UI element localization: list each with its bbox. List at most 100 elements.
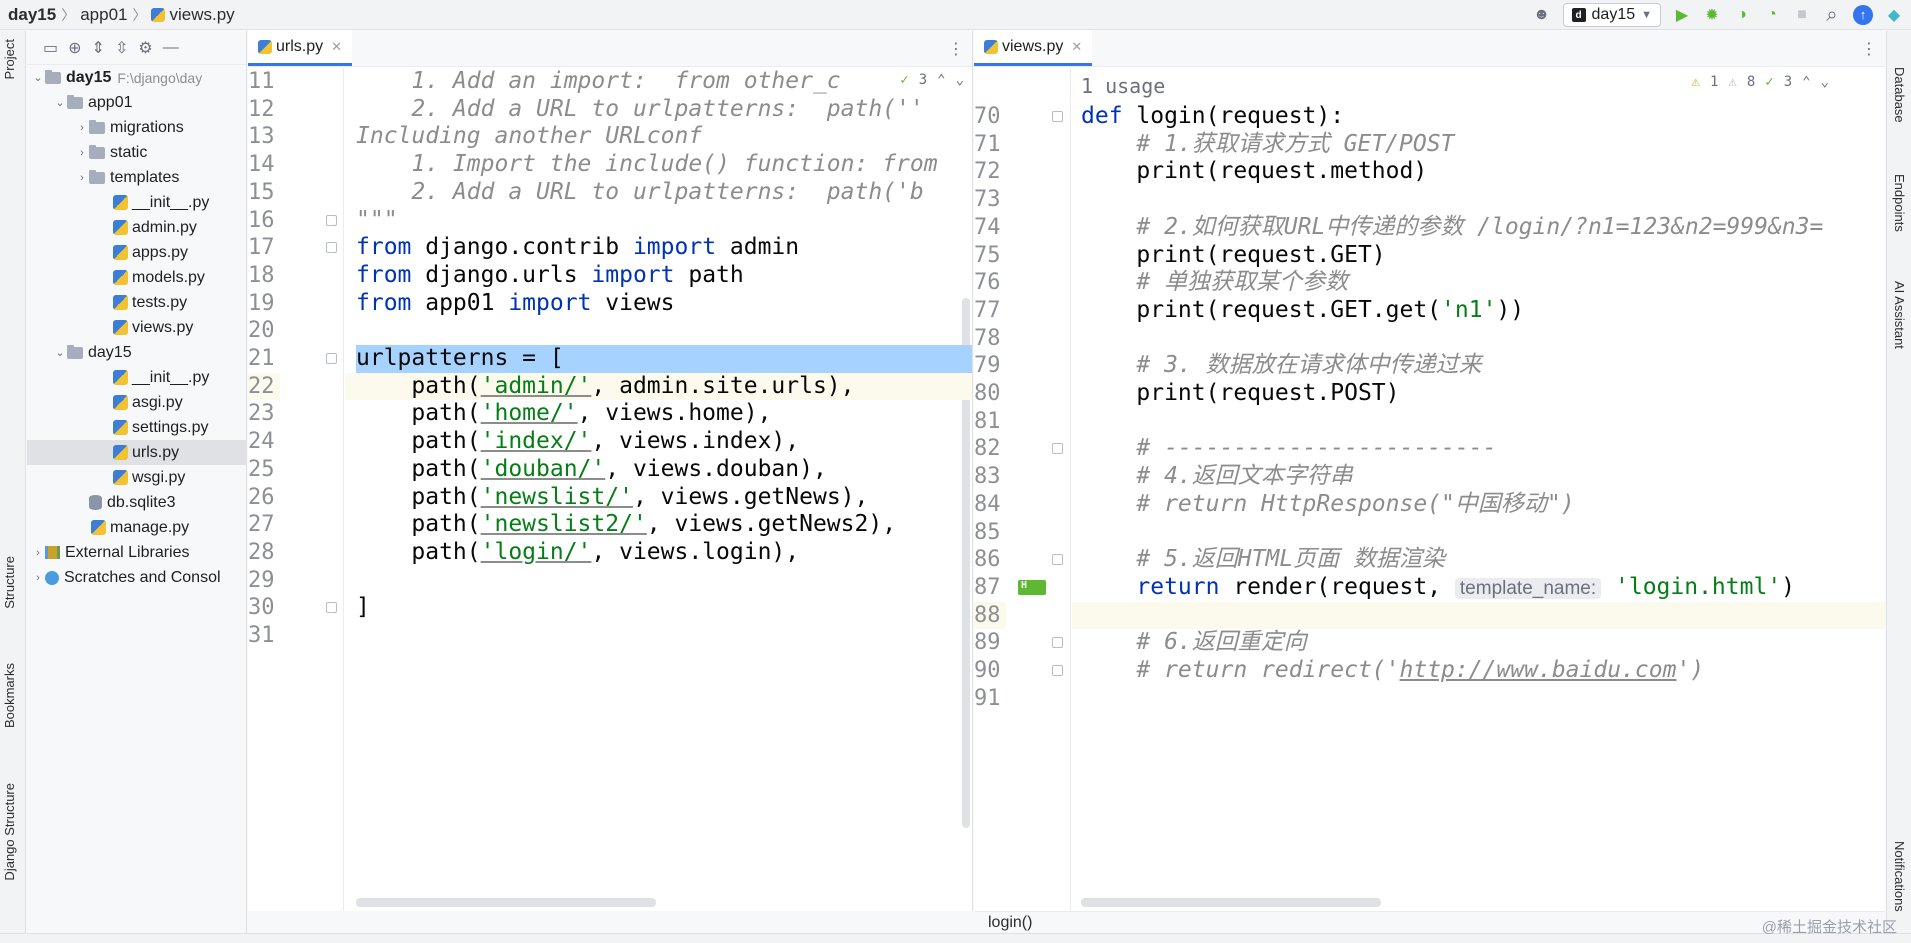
- run-configuration-select[interactable]: d day15 ▼: [1562, 3, 1661, 27]
- code-area[interactable]: 1 usage ⚠ 1 ⚠ 8 ✓ 3 ⌃ ⌄ 70 def login(requ…: [974, 68, 1885, 911]
- code-line[interactable]: from django.contrib import admin: [356, 234, 799, 262]
- tree-item[interactable]: db.sqlite3: [27, 490, 246, 515]
- jetbrains-ai-icon[interactable]: ◆: [1885, 5, 1903, 25]
- code-line[interactable]: def login(request):: [1081, 103, 1344, 131]
- code-area[interactable]: ✓ 3 ⌃ ⌄ 11 1. Add an import: from other_…: [248, 68, 972, 911]
- endpoints-tool-button[interactable]: Endpoints: [1892, 174, 1907, 232]
- tab-urls-py[interactable]: urls.py ✕: [248, 30, 353, 66]
- fold-marker-icon[interactable]: [326, 242, 337, 254]
- bookmarks-tool-button[interactable]: Bookmarks: [2, 663, 17, 728]
- expand-all-icon[interactable]: ⇕: [92, 38, 105, 58]
- hide-icon[interactable]: —: [163, 39, 179, 57]
- tree-item[interactable]: asgi.py: [27, 390, 246, 415]
- code-line[interactable]: from app01 import views: [356, 290, 675, 318]
- horizontal-scrollbar[interactable]: [356, 898, 656, 907]
- more-icon[interactable]: ⋮: [948, 39, 964, 59]
- code-line[interactable]: print(request.POST): [1081, 380, 1399, 408]
- coverage-icon[interactable]: ◑: [1733, 6, 1751, 24]
- chevron-up-icon[interactable]: ⌃: [937, 72, 945, 88]
- code-line[interactable]: # return redirect('http://www.baidu.com'…: [1081, 657, 1704, 685]
- tree-item[interactable]: manage.py: [27, 515, 246, 540]
- tree-item[interactable]: tests.py: [27, 290, 246, 315]
- locate-icon[interactable]: ⊕: [68, 38, 81, 58]
- tree-item[interactable]: __init__.py: [27, 190, 246, 215]
- tree-item[interactable]: models.py: [27, 265, 246, 290]
- breadcrumb-file[interactable]: views.py: [169, 5, 234, 25]
- fold-marker-icon[interactable]: [1052, 111, 1063, 122]
- code-line[interactable]: Including another URLconf: [356, 123, 702, 151]
- ai-assistant-tool-button[interactable]: AI Assistant: [1892, 281, 1907, 349]
- fold-marker-icon[interactable]: [1052, 637, 1063, 649]
- chevron-down-icon[interactable]: ⌄: [956, 72, 964, 88]
- notifications-tool-button[interactable]: Notifications: [1892, 841, 1907, 912]
- tree-item[interactable]: › static: [27, 140, 246, 165]
- fold-marker-icon[interactable]: [1052, 443, 1063, 455]
- code-line[interactable]: # ------------------------: [1081, 435, 1496, 463]
- code-line[interactable]: 2. Add a URL to urlpatterns: path('': [356, 96, 923, 124]
- code-line[interactable]: path('newslist2/', views.getNews2),: [356, 511, 896, 539]
- code-line[interactable]: """: [356, 207, 398, 235]
- inspection-widget[interactable]: ✓ 3 ⌃ ⌄: [900, 72, 964, 88]
- code-line[interactable]: # 5.返回HTML页面 数据渲染: [1081, 546, 1445, 574]
- more-icon[interactable]: ⋮: [1861, 39, 1877, 59]
- code-line[interactable]: return render(request, template_name: 'l…: [1081, 574, 1795, 602]
- chevron-down-icon[interactable]: ⌄: [1821, 74, 1829, 90]
- code-line[interactable]: path('douban/', views.douban),: [356, 456, 826, 484]
- function-breadcrumb[interactable]: login(): [988, 914, 1032, 931]
- account-icon[interactable]: ☻: [1533, 6, 1551, 24]
- tree-item[interactable]: ⌄ app01: [27, 90, 246, 115]
- code-line[interactable]: print(request.GET): [1081, 242, 1385, 270]
- usage-hint[interactable]: 1 usage: [1081, 74, 1165, 98]
- code-line[interactable]: path('home/', views.home),: [356, 400, 771, 428]
- tree-item[interactable]: › migrations: [27, 115, 246, 140]
- fold-marker-icon[interactable]: [326, 214, 337, 226]
- code-line[interactable]: path('admin/', admin.site.urls),: [356, 373, 854, 401]
- collapse-all-icon[interactable]: ⇳: [115, 38, 128, 58]
- breadcrumb-project[interactable]: day15: [8, 5, 56, 25]
- database-tool-button[interactable]: Database: [1892, 67, 1907, 123]
- fold-marker-icon[interactable]: [326, 602, 337, 614]
- code-line[interactable]: path('newslist/', views.getNews),: [356, 484, 868, 512]
- project-view-icon[interactable]: ▭: [43, 38, 58, 58]
- code-line[interactable]: 1. Import the include() function: from: [356, 151, 937, 179]
- code-line[interactable]: print(request.GET.get('n1')): [1081, 297, 1524, 325]
- code-line[interactable]: path('login/', views.login),: [356, 539, 799, 567]
- profile-icon[interactable]: ◔: [1763, 6, 1781, 24]
- code-line[interactable]: from django.urls import path: [356, 262, 744, 290]
- code-line[interactable]: # 6.返回重定向: [1081, 629, 1306, 657]
- horizontal-scrollbar[interactable]: [1081, 898, 1381, 907]
- tree-item[interactable]: › Scratches and Consol: [27, 565, 246, 590]
- breadcrumb-folder[interactable]: app01: [80, 5, 127, 25]
- code-line[interactable]: # 2.如何获取URL中传递的参数 /login/?n1=123&n2=999&…: [1081, 214, 1823, 242]
- fold-marker-icon[interactable]: [1052, 665, 1063, 676]
- code-line[interactable]: 1. Add an import: from other_c: [356, 68, 840, 96]
- tree-item[interactable]: ⌄ day15: [27, 340, 246, 365]
- tree-item[interactable]: admin.py: [27, 215, 246, 240]
- code-line[interactable]: # 1.获取请求方式 GET/POST: [1081, 131, 1454, 159]
- code-line[interactable]: # return HttpResponse("中国移动"): [1081, 491, 1574, 519]
- project-tool-button[interactable]: Project: [2, 39, 17, 79]
- code-line[interactable]: # 4.返回文本字符串: [1081, 463, 1352, 491]
- tree-item[interactable]: settings.py: [27, 415, 246, 440]
- search-icon[interactable]: ⌕: [1823, 4, 1841, 27]
- stop-icon[interactable]: ■: [1793, 6, 1811, 24]
- django-structure-tool-button[interactable]: Django Structure: [2, 783, 17, 881]
- tree-item[interactable]: urls.py: [27, 440, 246, 465]
- code-line[interactable]: ]: [356, 594, 370, 622]
- tree-item[interactable]: wsgi.py: [27, 465, 246, 490]
- gear-icon[interactable]: ⚙: [138, 38, 152, 58]
- inspection-widget[interactable]: ⚠ 1 ⚠ 8 ✓ 3 ⌃ ⌄: [1692, 74, 1830, 90]
- tree-item[interactable]: __init__.py: [27, 365, 246, 390]
- tree-item[interactable]: views.py: [27, 315, 246, 340]
- code-line[interactable]: path('index/', views.index),: [356, 428, 799, 456]
- tree-item[interactable]: › templates: [27, 165, 246, 190]
- tab-views-py[interactable]: views.py ✕: [974, 30, 1093, 66]
- tree-item[interactable]: apps.py: [27, 240, 246, 265]
- tree-item[interactable]: › External Libraries: [27, 540, 246, 565]
- code-line[interactable]: # 3. 数据放在请求体中传递过来: [1081, 352, 1481, 380]
- code-line[interactable]: 2. Add a URL to urlpatterns: path('b: [356, 179, 923, 207]
- structure-tool-button[interactable]: Structure: [2, 556, 17, 609]
- fold-marker-icon[interactable]: [326, 353, 337, 364]
- code-line[interactable]: # 单独获取某个参数: [1081, 269, 1348, 297]
- chevron-up-icon[interactable]: ⌃: [1802, 74, 1810, 90]
